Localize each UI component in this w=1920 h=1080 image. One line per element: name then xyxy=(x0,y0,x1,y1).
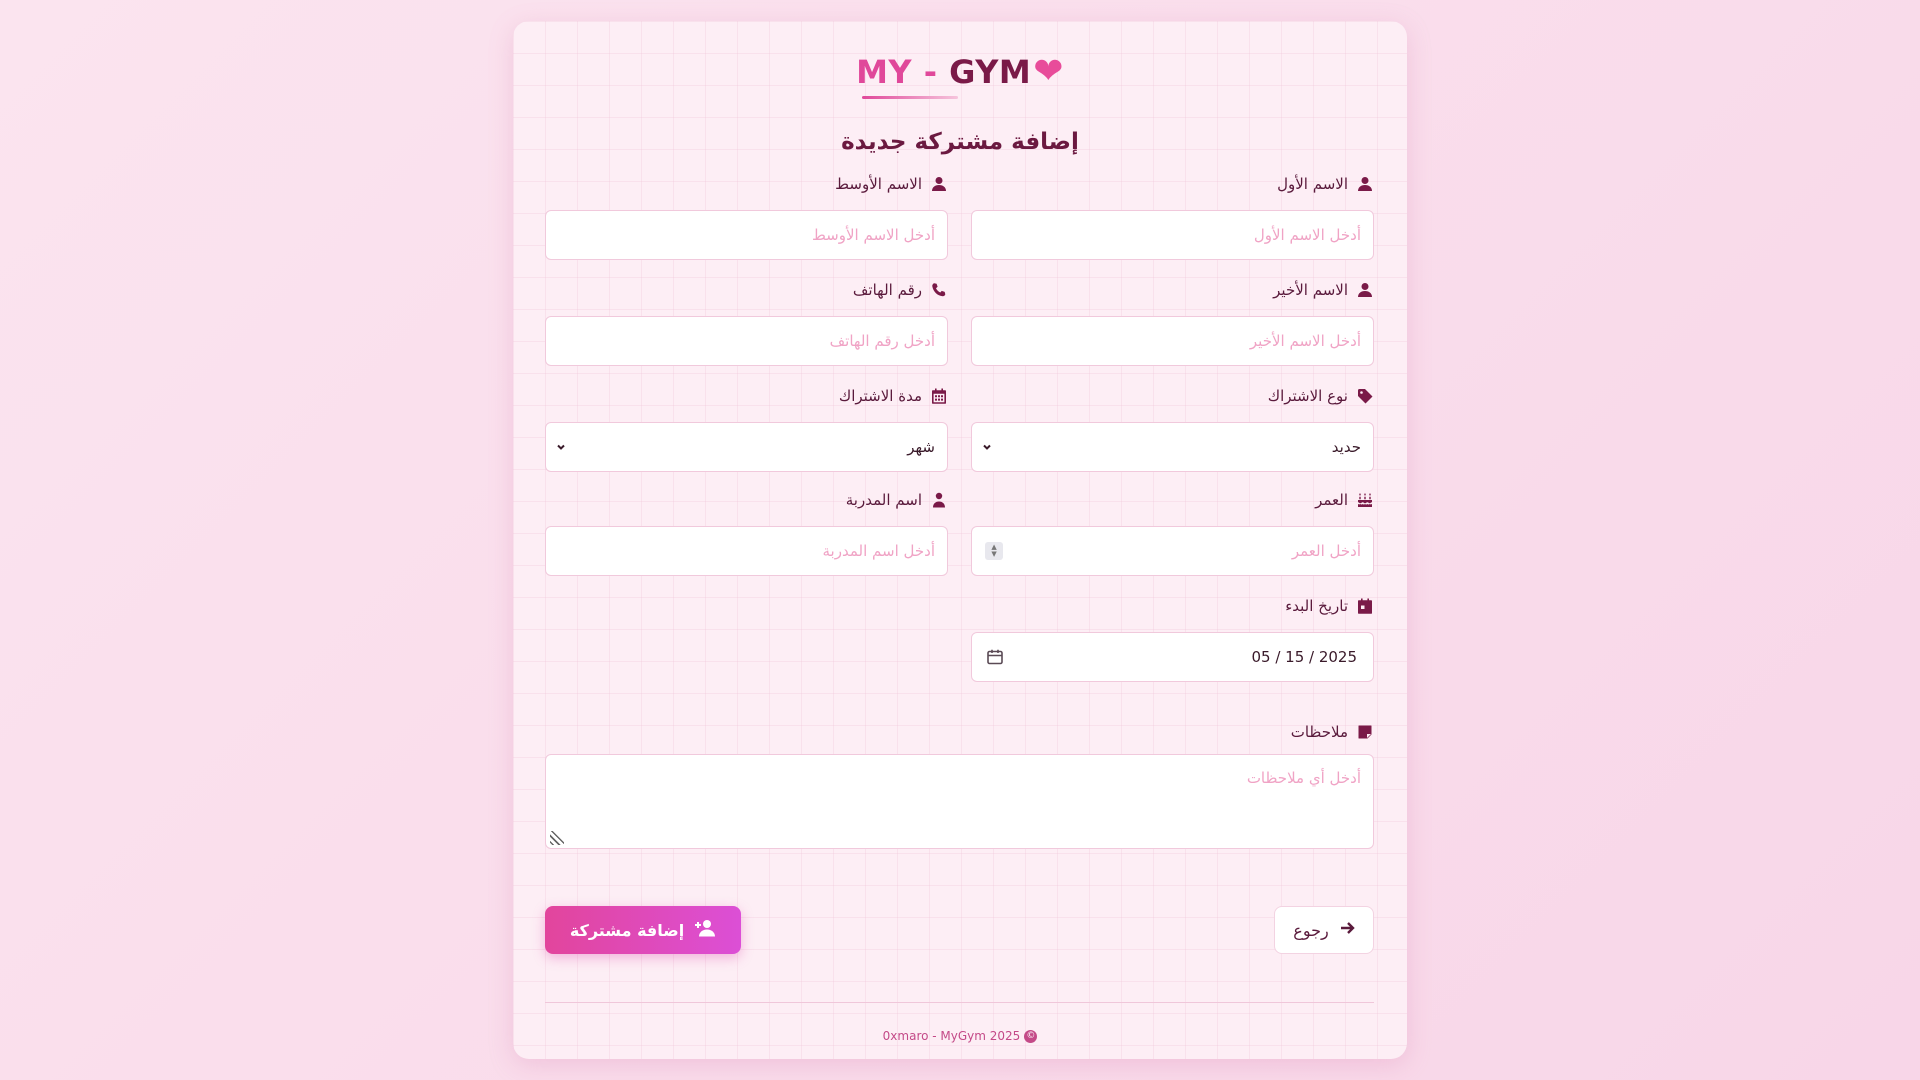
subscription-type-select[interactable]: حديد xyxy=(971,422,1374,472)
back-button[interactable]: رجوع xyxy=(1274,906,1374,954)
add-member-button[interactable]: إضافة مشتركة xyxy=(545,906,741,954)
middle-name-input[interactable]: أدخل الاسم الأوسط xyxy=(545,210,948,260)
calendar-picker-icon[interactable] xyxy=(986,648,1004,666)
chevron-down-icon xyxy=(982,442,992,452)
start-date-input[interactable]: 05 / 15 / 2025 xyxy=(971,632,1374,682)
age-label: العمر xyxy=(971,489,1374,511)
user-icon xyxy=(1356,281,1374,299)
subscription-duration-label: مدة الاشتراك xyxy=(545,385,948,407)
first-name-group: الاسم الأول أدخل الاسم الأول xyxy=(971,173,1374,260)
subscription-type-label: نوع الاشتراك xyxy=(971,385,1374,407)
number-spinner[interactable]: ▲ ▼ xyxy=(985,542,1003,560)
calendar-icon xyxy=(930,387,948,405)
resize-handle[interactable] xyxy=(550,831,564,845)
footer: 0xmaro - MyGym 2025 © xyxy=(513,1029,1407,1043)
age-group: العمر أدخل العمر ▲ ▼ xyxy=(971,489,1374,576)
phone-label: رقم الهاتف xyxy=(545,279,948,301)
subscription-duration-group: مدة الاشتراك شهر xyxy=(545,385,948,472)
age-input[interactable]: أدخل العمر ▲ ▼ xyxy=(971,526,1374,576)
middle-name-group: الاسم الأوسط أدخل الاسم الأوسط xyxy=(545,173,948,260)
trainer-name-label: اسم المدربة xyxy=(545,489,948,511)
phone-icon xyxy=(930,281,948,299)
trainer-name-input[interactable]: أدخل اسم المدربة xyxy=(545,526,948,576)
tag-icon xyxy=(1356,387,1374,405)
notes-textarea[interactable]: أدخل أي ملاحظات xyxy=(545,754,1374,849)
phone-group: رقم الهاتف أدخل رقم الهاتف xyxy=(545,279,948,366)
logo-gym: GYM xyxy=(949,53,1032,91)
last-name-input[interactable]: أدخل الاسم الأخير xyxy=(971,316,1374,366)
footer-text: 0xmaro - MyGym 2025 xyxy=(882,1029,1021,1043)
phone-input[interactable]: أدخل رقم الهاتف xyxy=(545,316,948,366)
middle-name-label: الاسم الأوسط xyxy=(545,173,948,195)
first-name-label: الاسم الأول xyxy=(971,173,1374,195)
copyright-icon: © xyxy=(1024,1029,1038,1043)
arrow-right-icon xyxy=(1339,920,1355,940)
trainer-icon xyxy=(930,491,948,509)
first-name-input[interactable]: أدخل الاسم الأول xyxy=(971,210,1374,260)
heart-icon: ❤ xyxy=(1033,51,1064,92)
user-icon xyxy=(930,175,948,193)
subscription-type-group: نوع الاشتراك حديد xyxy=(971,385,1374,472)
birthday-cake-icon xyxy=(1356,491,1374,509)
page-title: إضافة مشتركة جديدة xyxy=(841,129,1079,155)
note-icon xyxy=(1356,723,1374,741)
logo-my: MY - xyxy=(856,53,950,91)
notes-label-row: ملاحظات xyxy=(545,721,1374,743)
chevron-down-icon xyxy=(556,442,566,452)
logo-underline xyxy=(862,96,958,99)
form-card: MY - GYM❤ إضافة مشتركة جديدة الاسم الأول… xyxy=(513,21,1407,1059)
subscription-duration-select[interactable]: شهر xyxy=(545,422,948,472)
trainer-name-group: اسم المدربة أدخل اسم المدربة xyxy=(545,489,948,576)
user-icon xyxy=(1356,175,1374,193)
app-logo: MY - GYM❤ xyxy=(513,51,1407,92)
calendar-day-icon xyxy=(1356,597,1374,615)
start-date-label: تاريخ البدء xyxy=(971,595,1374,617)
start-date-group: تاريخ البدء 05 / 15 / 2025 xyxy=(971,595,1374,682)
footer-divider xyxy=(545,1002,1374,1003)
notes-label: ملاحظات xyxy=(545,721,1374,743)
last-name-label: الاسم الأخير xyxy=(971,279,1374,301)
last-name-group: الاسم الأخير أدخل الاسم الأخير xyxy=(971,279,1374,366)
user-plus-icon xyxy=(694,919,716,941)
